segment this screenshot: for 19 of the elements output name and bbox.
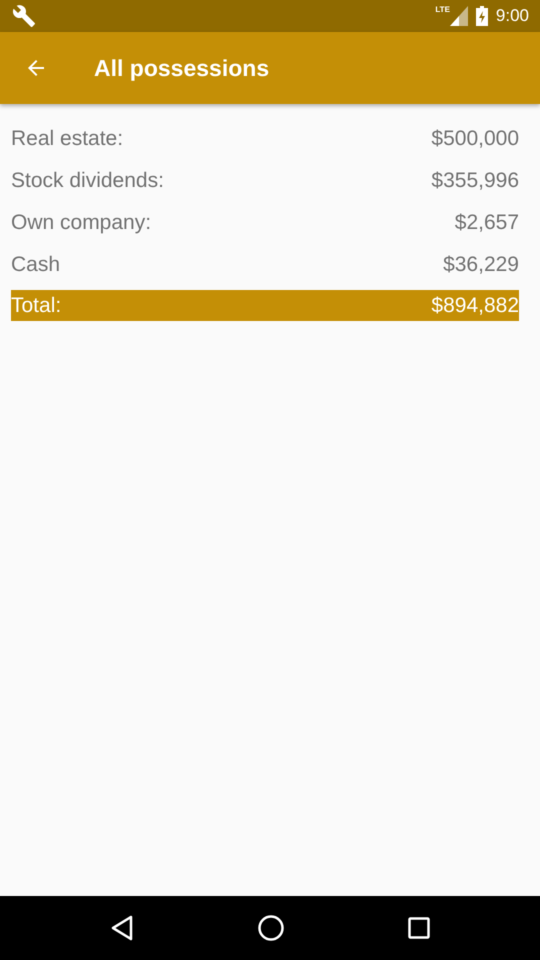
asset-label: Real estate: — [11, 126, 124, 152]
asset-label: Stock dividends: — [11, 168, 164, 194]
network-type: LTE — [435, 6, 450, 14]
screen-title: All possessions — [94, 54, 270, 83]
total-label: Total: — [11, 292, 62, 319]
total-value: $894,882 — [431, 292, 519, 319]
asset-label: Own company: — [11, 210, 152, 236]
back-triangle-icon[interactable] — [110, 915, 134, 941]
asset-value: $355,996 — [431, 168, 519, 194]
signal-icon — [450, 6, 468, 26]
clock-time: 9:00 — [496, 5, 529, 28]
asset-label: Cash — [11, 252, 60, 278]
asset-value: $500,000 — [431, 126, 519, 152]
asset-value: $2,657 — [454, 210, 519, 236]
home-circle-icon[interactable] — [258, 915, 284, 941]
battery-icon — [476, 6, 488, 26]
recents-square-icon[interactable] — [408, 917, 430, 939]
asset-value: $36,229 — [443, 252, 519, 278]
wrench-icon — [12, 4, 36, 28]
